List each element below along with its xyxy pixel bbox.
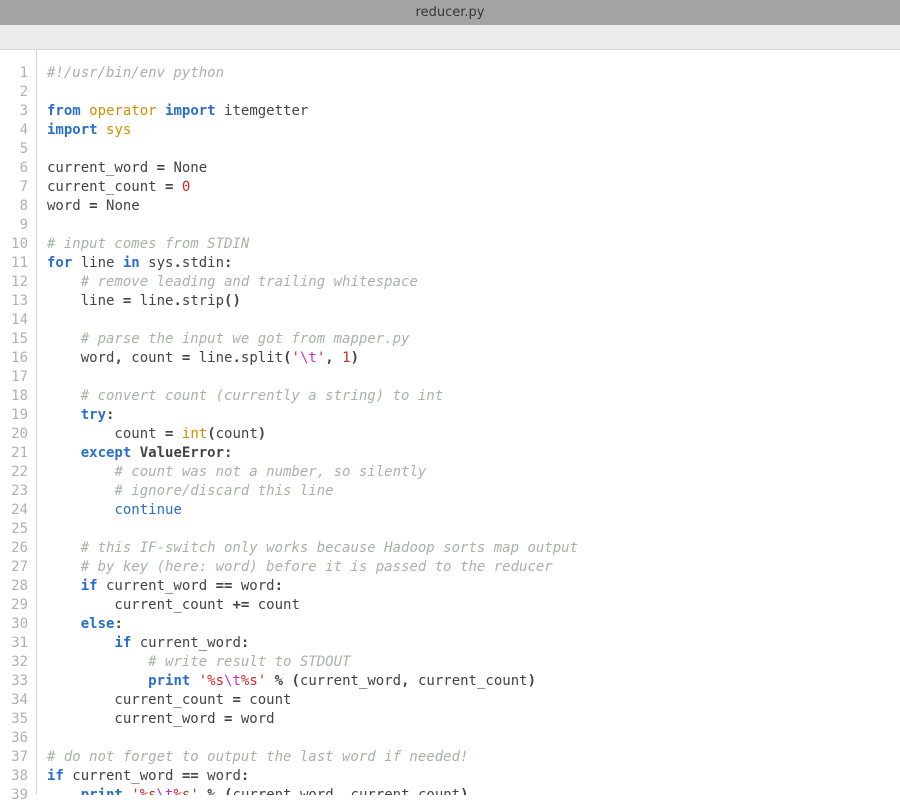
code-line[interactable]: # count was not a number, so silently xyxy=(47,463,900,482)
toolbar xyxy=(0,25,900,50)
code-line[interactable] xyxy=(47,216,900,235)
code-line[interactable]: import sys xyxy=(47,121,900,140)
line-number: 23 xyxy=(0,482,36,501)
line-number: 14 xyxy=(0,311,36,330)
code-line[interactable]: try: xyxy=(47,406,900,425)
code-line[interactable]: # ignore/discard this line xyxy=(47,482,900,501)
window-titlebar: reducer.py xyxy=(0,0,900,25)
line-number: 32 xyxy=(0,653,36,672)
code-line[interactable] xyxy=(47,140,900,159)
line-number: 35 xyxy=(0,710,36,729)
line-number: 9 xyxy=(0,216,36,235)
code-line[interactable]: if current_word == word: xyxy=(47,767,900,786)
line-number: 34 xyxy=(0,691,36,710)
code-line[interactable]: current_word = None xyxy=(47,159,900,178)
line-number: 37 xyxy=(0,748,36,767)
code-line[interactable]: current_count += count xyxy=(47,596,900,615)
code-line[interactable]: # by key (here: word) before it is passe… xyxy=(47,558,900,577)
line-number: 25 xyxy=(0,520,36,539)
code-line[interactable] xyxy=(47,520,900,539)
code-line[interactable]: # parse the input we got from mapper.py xyxy=(47,330,900,349)
code-line[interactable] xyxy=(47,311,900,330)
line-number: 4 xyxy=(0,121,36,140)
code-line[interactable] xyxy=(47,729,900,748)
line-number: 39 xyxy=(0,786,36,805)
line-number: 10 xyxy=(0,235,36,254)
line-number: 27 xyxy=(0,558,36,577)
editor-pane: 1234567891011121314151617181920212223242… xyxy=(0,50,900,795)
line-number: 6 xyxy=(0,159,36,178)
line-number: 2 xyxy=(0,83,36,102)
code-line[interactable]: count = int(count) xyxy=(47,425,900,444)
line-number: 38 xyxy=(0,767,36,786)
line-number: 28 xyxy=(0,577,36,596)
line-number: 8 xyxy=(0,197,36,216)
line-number: 15 xyxy=(0,330,36,349)
line-number: 29 xyxy=(0,596,36,615)
code-area[interactable]: #!/usr/bin/env python from operator impor… xyxy=(37,50,900,795)
code-line[interactable]: current_count = 0 xyxy=(47,178,900,197)
line-number: 13 xyxy=(0,292,36,311)
code-line[interactable]: word, count = line.split('\t', 1) xyxy=(47,349,900,368)
line-number: 24 xyxy=(0,501,36,520)
code-line[interactable]: print '%s\t%s' % (current_word, current_… xyxy=(47,786,900,795)
code-line[interactable]: except ValueError: xyxy=(47,444,900,463)
line-number: 20 xyxy=(0,425,36,444)
line-number: 36 xyxy=(0,729,36,748)
code-line[interactable]: # this IF-switch only works because Hado… xyxy=(47,539,900,558)
line-number: 26 xyxy=(0,539,36,558)
code-line[interactable] xyxy=(47,83,900,102)
code-line[interactable]: # convert count (currently a string) to … xyxy=(47,387,900,406)
code-line[interactable]: word = None xyxy=(47,197,900,216)
line-number: 22 xyxy=(0,463,36,482)
code-line[interactable]: for line in sys.stdin: xyxy=(47,254,900,273)
code-line[interactable]: #!/usr/bin/env python xyxy=(47,64,900,83)
code-line[interactable]: print '%s\t%s' % (current_word, current_… xyxy=(47,672,900,691)
line-number: 5 xyxy=(0,140,36,159)
line-number: 11 xyxy=(0,254,36,273)
line-number-gutter: 1234567891011121314151617181920212223242… xyxy=(0,50,37,795)
line-number: 19 xyxy=(0,406,36,425)
code-line[interactable]: line = line.strip() xyxy=(47,292,900,311)
line-number: 21 xyxy=(0,444,36,463)
line-number: 16 xyxy=(0,349,36,368)
line-number: 7 xyxy=(0,178,36,197)
code-line[interactable]: # input comes from STDIN xyxy=(47,235,900,254)
code-line[interactable]: if current_word: xyxy=(47,634,900,653)
line-number: 18 xyxy=(0,387,36,406)
line-number: 3 xyxy=(0,102,36,121)
code-line[interactable]: current_count = count xyxy=(47,691,900,710)
line-number: 1 xyxy=(0,64,36,83)
code-line[interactable]: continue xyxy=(47,501,900,520)
code-line[interactable]: # remove leading and trailing whitespace xyxy=(47,273,900,292)
code-line[interactable]: current_word = word xyxy=(47,710,900,729)
code-line[interactable]: if current_word == word: xyxy=(47,577,900,596)
code-line[interactable]: # do not forget to output the last word … xyxy=(47,748,900,767)
window-title: reducer.py xyxy=(416,5,485,20)
line-number: 31 xyxy=(0,634,36,653)
code-line[interactable]: # write result to STDOUT xyxy=(47,653,900,672)
line-number: 12 xyxy=(0,273,36,292)
line-number: 30 xyxy=(0,615,36,634)
code-line[interactable]: else: xyxy=(47,615,900,634)
code-line[interactable] xyxy=(47,368,900,387)
line-number: 33 xyxy=(0,672,36,691)
line-number: 17 xyxy=(0,368,36,387)
code-line[interactable]: from operator import itemgetter xyxy=(47,102,900,121)
